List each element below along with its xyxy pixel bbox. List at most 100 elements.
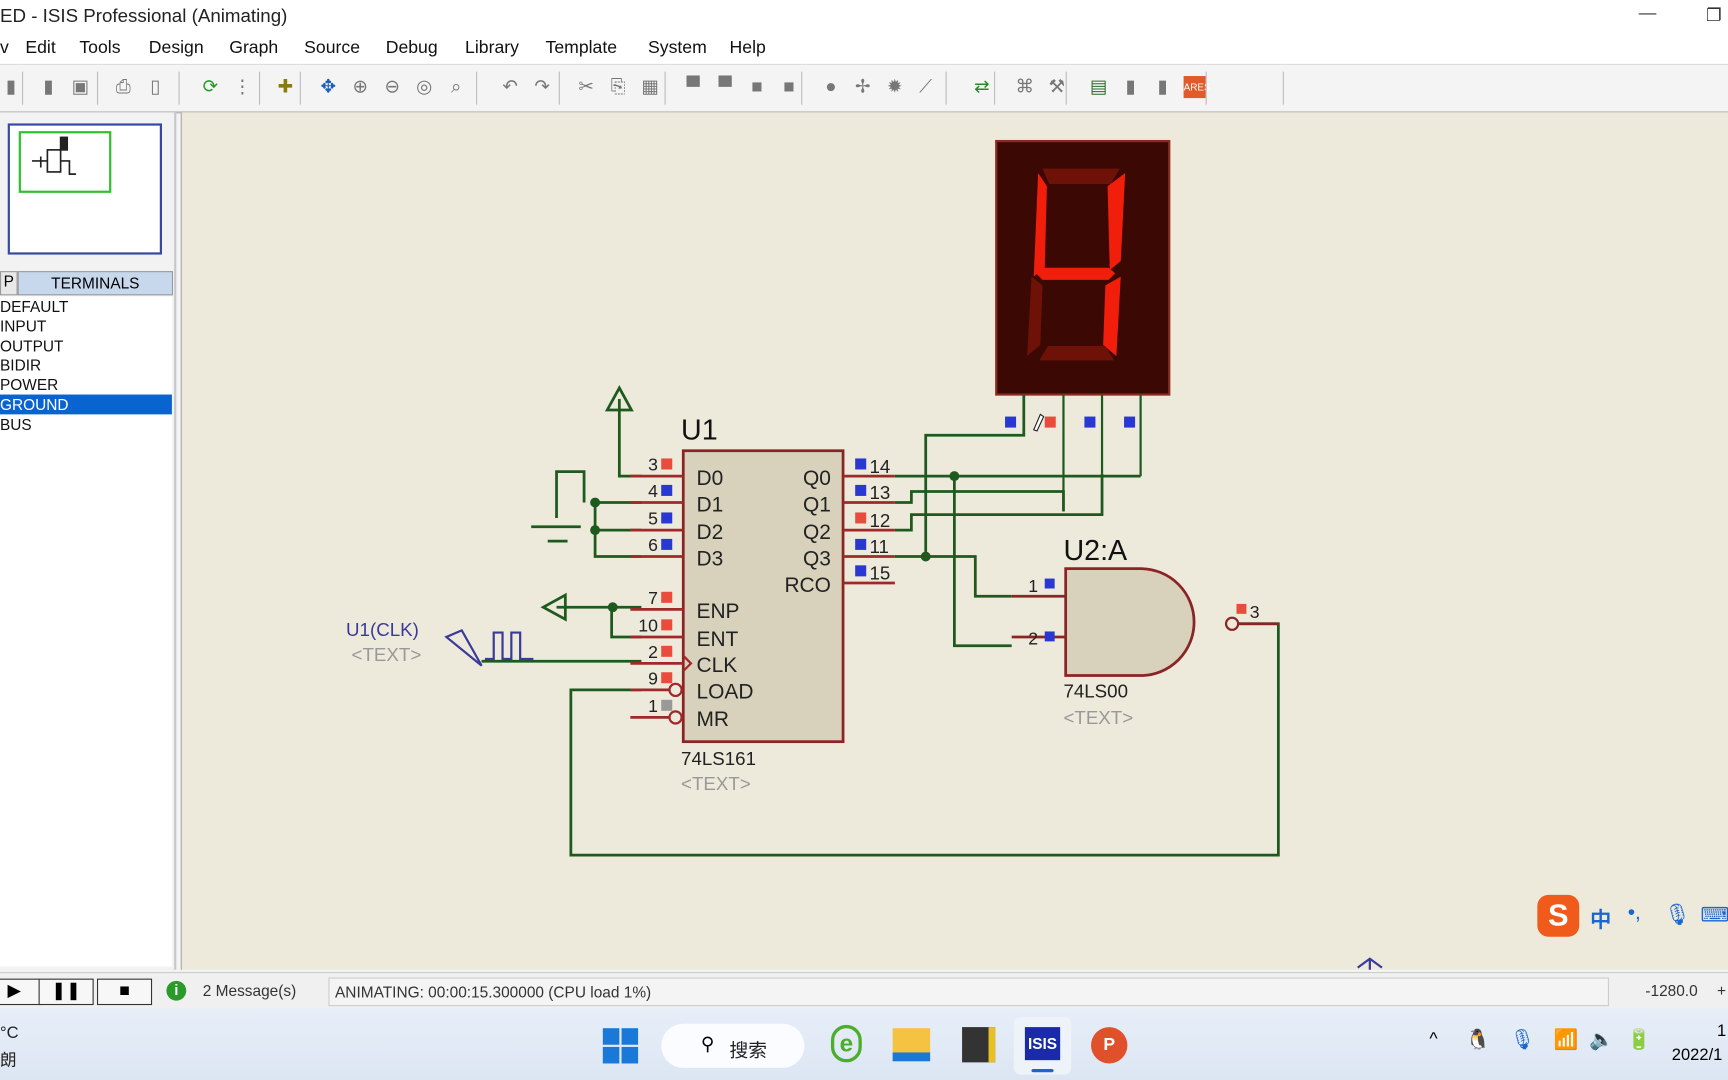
- pin-name: D0: [696, 467, 723, 490]
- windows-taskbar: °C 朗 ⚲ 搜索 e ISIS P ^ 🐧 🎙 📶 🔈 🔋 1 2022/1: [0, 1008, 1728, 1080]
- clock-date[interactable]: 2022/1: [1672, 1046, 1723, 1065]
- u2-nand-gate[interactable]: U2:A 74LS00 <TEXT> 1 2 3: [1011, 535, 1279, 728]
- sticky-notes-icon[interactable]: [962, 1027, 996, 1063]
- pin-number: 5: [648, 509, 658, 529]
- microphone-icon[interactable]: 🎙: [1664, 901, 1691, 927]
- segment-d: [1039, 346, 1115, 361]
- pin-state-indicator: [661, 672, 673, 684]
- u2-pin-1-state: [1044, 578, 1055, 589]
- pin-name: Q2: [803, 521, 831, 544]
- qq-icon[interactable]: 🐧: [1466, 1028, 1491, 1051]
- weather-temp[interactable]: °C: [0, 1024, 19, 1043]
- u2-pin-3-state: [1236, 603, 1247, 614]
- weather-desc[interactable]: 朗: [0, 1048, 17, 1071]
- u1-ref: U1: [681, 415, 718, 447]
- pin-number: 7: [648, 588, 658, 608]
- pin-name: CLK: [696, 654, 737, 677]
- clock-time[interactable]: 1: [1717, 1022, 1726, 1041]
- taskbar-search[interactable]: ⚲ 搜索: [661, 1023, 805, 1068]
- volume-icon[interactable]: 🔈: [1589, 1028, 1614, 1051]
- pin-number: 15: [870, 563, 891, 584]
- isis-taskbar-button[interactable]: ISIS: [1013, 1017, 1072, 1075]
- clock-label: U1(CLK): [346, 619, 419, 640]
- pin-name: Q3: [803, 547, 831, 570]
- pin-number: 9: [648, 668, 658, 688]
- pin-state-indicator: [661, 699, 673, 711]
- pin-state-indicator: [661, 591, 673, 603]
- pin-name: D2: [696, 521, 723, 544]
- pin-name: RCO: [784, 574, 830, 597]
- file-explorer-icon[interactable]: [892, 1028, 931, 1062]
- origin-marker-icon: [1357, 957, 1383, 970]
- powerpoint-icon[interactable]: P: [1091, 1027, 1128, 1064]
- u1-text: <TEXT>: [681, 773, 751, 794]
- keyboard-icon[interactable]: ⌨: [1700, 904, 1728, 927]
- pin-name: Q1: [803, 493, 831, 516]
- pin-state-indicator: [855, 565, 867, 577]
- clock-generator[interactable]: U1(CLK) <TEXT>: [346, 619, 534, 667]
- pulse-waveform-icon: [484, 631, 534, 661]
- chinese-mode-icon[interactable]: 中: [1590, 904, 1611, 934]
- pin-name: LOAD: [696, 681, 753, 704]
- pin-number: 6: [648, 535, 658, 555]
- pin-state-indicator: [661, 512, 673, 524]
- battery-icon[interactable]: 🔋: [1627, 1028, 1652, 1051]
- punctuation-icon[interactable]: •,: [1628, 901, 1641, 925]
- pin-state-indicator: [855, 484, 867, 496]
- sogou-logo-icon: S: [1537, 894, 1580, 937]
- pin-number: 1: [648, 696, 658, 716]
- u2-part: 74LS00: [1063, 681, 1128, 702]
- animation-status-field: ANIMATING: 00:00:15.300000 (CPU load 1%): [328, 977, 1609, 1007]
- ime-toolbar[interactable]: S 中 •, 🎙 ⌨: [1537, 894, 1728, 939]
- pin-number: 10: [638, 615, 658, 635]
- pin-name: D3: [696, 547, 723, 570]
- isis-window: ED - ISIS Professional (Animating) — ❐ v…: [0, 0, 1728, 1080]
- schematic: U1 74LS161 <TEXT> 3 D0 4 D1 5 D2 6 D3 7 ENP 10 ENT 2…: [346, 139, 1383, 970]
- info-icon: i: [166, 980, 187, 1001]
- pause-button[interactable]: ❚❚: [38, 978, 94, 1006]
- browser-icon[interactable]: e: [830, 1024, 862, 1063]
- animation-status-text: ANIMATING: 00:00:15.300000 (CPU load 1%): [335, 983, 652, 1001]
- tray-expand-icon[interactable]: ^: [1429, 1030, 1437, 1050]
- u2-pin-3-number: 3: [1250, 602, 1260, 622]
- clock-text: <TEXT>: [352, 644, 422, 665]
- y-coordinate: +: [1716, 981, 1727, 1000]
- pin-number: 4: [648, 481, 658, 501]
- pin-state-indicator: [661, 538, 673, 550]
- pin-name: Q0: [803, 467, 831, 490]
- pin-state-indicator: [661, 484, 673, 496]
- u2-text: <TEXT>: [1063, 707, 1133, 728]
- wifi-icon[interactable]: 📶: [1554, 1028, 1579, 1051]
- pin-state-indicator: [661, 619, 673, 631]
- play-button[interactable]: ▶: [0, 978, 42, 1006]
- microphone-tray-icon[interactable]: 🎙: [1510, 1028, 1535, 1051]
- clock-generator-icon: [444, 628, 483, 667]
- x-coordinate: -1280.0: [1645, 981, 1698, 1000]
- status-bar: ▶ ❚❚ ■ i 2 Message(s) ANIMATING: 00:00:1…: [0, 971, 1728, 1010]
- power-terminal-icon[interactable]: [604, 385, 634, 412]
- stop-button[interactable]: ■: [96, 978, 153, 1006]
- segment-a: [1042, 168, 1120, 185]
- messages-count[interactable]: 2 Message(s): [203, 982, 296, 1000]
- u1-counter[interactable]: U1 74LS161 <TEXT> 3 D0 4 D1 5 D2 6 D3 7 ENP 10 ENT 2…: [630, 415, 895, 794]
- pin-state-indicator: [661, 645, 673, 657]
- pin-number: 14: [870, 456, 891, 477]
- pin-number: 13: [870, 482, 891, 503]
- pin-state-indicator: [855, 538, 867, 550]
- pin-number: 3: [648, 455, 658, 475]
- u2-inverter-bubble: [1224, 616, 1240, 631]
- u2-body: [1064, 567, 1196, 677]
- pin-state-indicator: [661, 458, 673, 470]
- u2-pin-1-number: 1: [1028, 576, 1038, 596]
- pin-state-indicator: [855, 512, 867, 524]
- pencil-cursor-icon: [1032, 413, 1045, 432]
- pin-number: 11: [870, 536, 889, 557]
- start-button[interactable]: [602, 1028, 639, 1064]
- pin-name: ENP: [696, 600, 739, 623]
- u2-pin-2-number: 2: [1028, 629, 1038, 649]
- pin-number: 12: [870, 510, 891, 531]
- pin-name: ENT: [696, 628, 738, 651]
- u2-ref: U2:A: [1063, 535, 1128, 567]
- seven-segment-display[interactable]: [995, 139, 1171, 512]
- u2-pin-2-state: [1044, 631, 1055, 642]
